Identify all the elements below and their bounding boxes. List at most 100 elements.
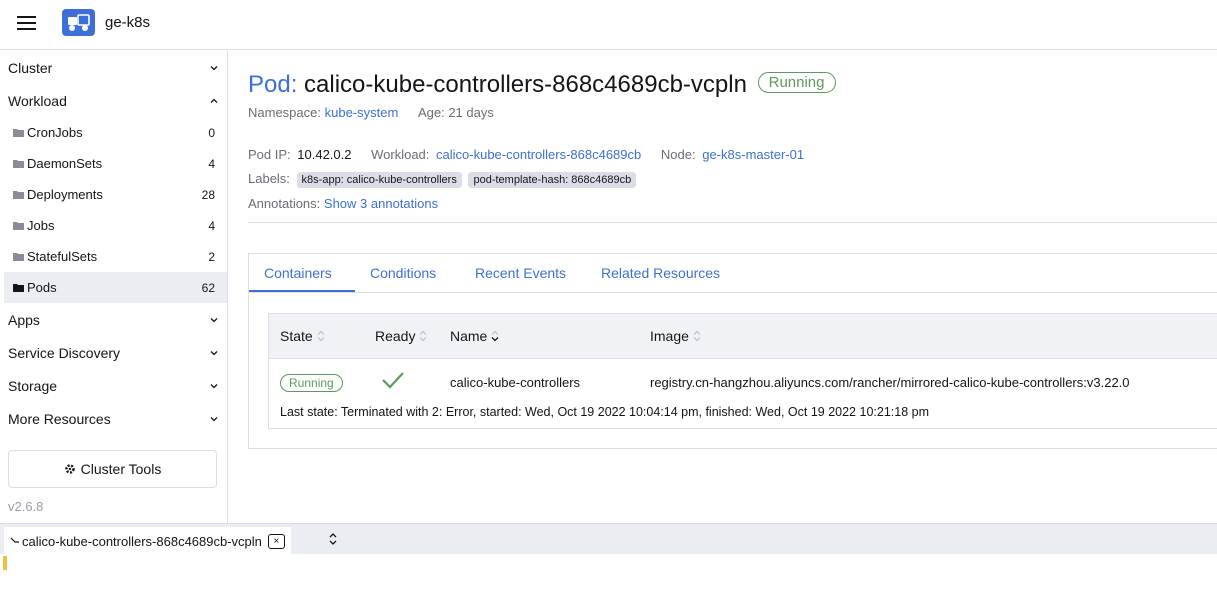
terminal-tab[interactable]: calico-kube-controllers-868c4689cb-vcpln… bbox=[4, 527, 291, 555]
nav-group-label: More Resources bbox=[8, 411, 111, 427]
pod-ip-label: Pod IP: bbox=[248, 147, 291, 162]
show-annotations-link[interactable]: Show 3 annotations bbox=[324, 196, 438, 211]
terminal-tab-bar: calico-kube-controllers-868c4689cb-vcpln… bbox=[0, 523, 1217, 555]
cluster-name[interactable]: ge-k8s bbox=[105, 14, 150, 31]
sidebar-item-count: 4 bbox=[208, 218, 215, 233]
column-header-label: Ready bbox=[375, 328, 416, 344]
sidebar-item-label: Jobs bbox=[27, 218, 55, 233]
terminal-cursor bbox=[3, 556, 7, 570]
nav-group-label: Apps bbox=[8, 312, 40, 328]
ready-check-icon bbox=[381, 370, 405, 393]
sidebar-item-label: DaemonSets bbox=[27, 156, 103, 171]
page-title: Pod: calico-kube-controllers-868c4689cb-… bbox=[248, 71, 836, 99]
terminal-tab-label: calico-kube-controllers-868c4689cb-vcpln bbox=[22, 533, 262, 549]
sort-icon bbox=[693, 330, 701, 342]
pod-name: calico-kube-controllers-868c4689cb-vcpln bbox=[304, 71, 747, 98]
sidebar-item-count: 2 bbox=[208, 249, 215, 264]
column-header-state[interactable]: State bbox=[280, 328, 325, 344]
sidebar-item-statefulsets[interactable]: StatefulSets 2 bbox=[4, 241, 227, 272]
resource-kind[interactable]: Pod: bbox=[248, 71, 297, 98]
sidebar-item-cronjobs[interactable]: CronJobs 0 bbox=[4, 117, 227, 148]
version-label: v2.6.8 bbox=[8, 499, 44, 514]
sidebar-item-deployments[interactable]: Deployments 28 bbox=[4, 179, 227, 210]
menu-icon[interactable] bbox=[17, 16, 36, 30]
node-link[interactable]: ge-k8s-master-01 bbox=[702, 147, 804, 162]
pod-ip-value: 10.42.0.2 bbox=[297, 147, 352, 162]
nav-group-workload[interactable]: Workload bbox=[8, 93, 218, 109]
nav-group-label: Workload bbox=[8, 93, 67, 109]
column-header-ready[interactable]: Ready bbox=[375, 328, 427, 344]
sort-icon bbox=[491, 330, 499, 342]
expand-icon[interactable] bbox=[328, 531, 338, 547]
chevron-down-icon bbox=[210, 384, 218, 389]
chevron-up-icon bbox=[210, 98, 218, 103]
annotations-label: Annotations: bbox=[248, 196, 321, 211]
folder-icon bbox=[13, 222, 24, 230]
sort-icon bbox=[317, 330, 325, 342]
folder-icon bbox=[13, 253, 24, 261]
sidebar-item-daemonsets[interactable]: DaemonSets 4 bbox=[4, 148, 227, 179]
terminal-icon bbox=[10, 537, 19, 543]
table-header: State Ready Name Image bbox=[269, 314, 1217, 359]
labels-label: Labels: bbox=[248, 171, 290, 186]
close-icon[interactable]: × bbox=[267, 533, 285, 549]
top-bar: ge-k8s bbox=[0, 0, 1217, 50]
label-tag: k8s-app: calico-kube-controllers bbox=[296, 172, 462, 188]
tabs-panel: Containers Conditions Recent Events Rela… bbox=[248, 253, 1217, 449]
tab-related-resources[interactable]: Related Resources bbox=[601, 265, 720, 281]
last-state-text: Last state: Terminated with 2: Error, st… bbox=[280, 405, 929, 419]
column-header-label: Name bbox=[450, 328, 488, 344]
node-label: Node: bbox=[660, 147, 696, 162]
age-label: Age: bbox=[417, 105, 445, 120]
nav-group-storage[interactable]: Storage bbox=[8, 378, 218, 394]
folder-icon bbox=[13, 284, 24, 292]
namespace-link[interactable]: kube-system bbox=[325, 105, 399, 120]
column-header-name[interactable]: Name bbox=[450, 328, 499, 344]
sidebar-item-count: 62 bbox=[201, 280, 215, 295]
workload-label: Workload: bbox=[371, 147, 430, 162]
nav-group-label: Storage bbox=[8, 378, 58, 394]
cluster-logo-icon bbox=[62, 9, 95, 36]
sidebar-item-pods[interactable]: Pods 62 bbox=[4, 272, 227, 303]
divider bbox=[248, 222, 1217, 223]
label-tag: pod-template-hash: 868c4689cb bbox=[468, 172, 637, 188]
sidebar-item-label: StatefulSets bbox=[27, 249, 98, 264]
column-header-image[interactable]: Image bbox=[650, 328, 701, 344]
sidebar-item-count: 28 bbox=[201, 187, 215, 202]
folder-icon bbox=[13, 160, 24, 168]
sidebar-item-label: Deployments bbox=[27, 187, 103, 202]
nav-group-cluster[interactable]: Cluster bbox=[8, 60, 218, 76]
labels-line: Labels: k8s-app: calico-kube-controllers… bbox=[248, 171, 637, 188]
column-header-label: State bbox=[280, 328, 313, 344]
status-badge: Running bbox=[757, 72, 836, 94]
active-tab-indicator bbox=[249, 290, 355, 292]
sidebar-item-label: Pods bbox=[27, 280, 57, 295]
nav-group-label: Service Discovery bbox=[8, 345, 121, 361]
nav-group-apps[interactable]: Apps bbox=[8, 312, 218, 328]
nav-group-more-resources[interactable]: More Resources bbox=[8, 411, 218, 427]
container-name: calico-kube-controllers bbox=[450, 375, 581, 390]
workload-link[interactable]: calico-kube-controllers-868c4689cb bbox=[436, 147, 641, 162]
tab-containers[interactable]: Containers bbox=[264, 265, 332, 281]
sidebar-item-jobs[interactable]: Jobs 4 bbox=[4, 210, 227, 241]
main-content: Pod: calico-kube-controllers-868c4689cb-… bbox=[229, 51, 1217, 523]
tab-bar: Containers Conditions Recent Events Rela… bbox=[249, 254, 1217, 293]
terminal-area[interactable] bbox=[0, 554, 1217, 597]
tab-recent-events[interactable]: Recent Events bbox=[475, 265, 566, 281]
nav-group-service-discovery[interactable]: Service Discovery bbox=[8, 345, 218, 361]
cluster-tools-button[interactable]: Cluster Tools bbox=[8, 450, 217, 488]
pod-details-line: Pod IP: 10.42.0.2 Workload: calico-kube-… bbox=[248, 147, 804, 162]
age-value: 21 days bbox=[448, 105, 494, 120]
sort-icon bbox=[420, 330, 427, 342]
state-badge: Running bbox=[280, 374, 343, 392]
gear-icon bbox=[64, 464, 75, 474]
container-image: registry.cn-hangzhou.aliyuncs.com/ranche… bbox=[650, 375, 1130, 390]
namespace-label: Namespace: bbox=[248, 105, 321, 120]
folder-icon bbox=[13, 191, 24, 199]
cluster-tools-label: Cluster Tools bbox=[80, 461, 162, 477]
tab-conditions[interactable]: Conditions bbox=[370, 265, 436, 281]
annotations-line: Annotations: Show 3 annotations bbox=[248, 196, 438, 211]
chevron-down-icon bbox=[210, 318, 218, 323]
table-row-state: Running bbox=[280, 374, 343, 392]
column-header-label: Image bbox=[650, 328, 689, 344]
